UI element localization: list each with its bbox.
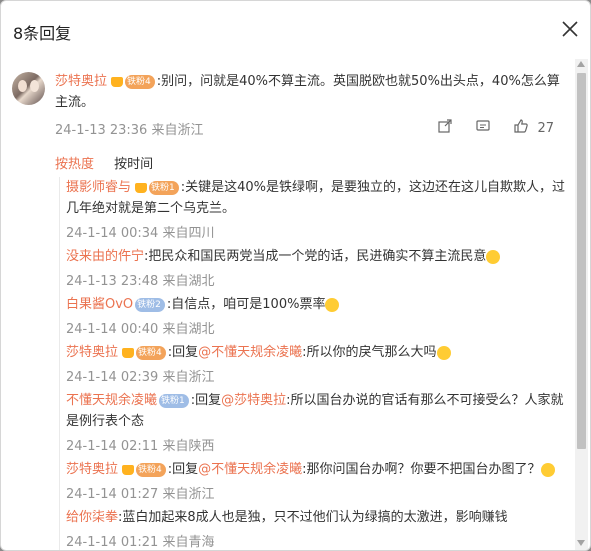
list-item: 摄影师睿与 铁粉1:关键是这40%是铁绿啊，是要独立的，这边还在这儿自欺欺人，过几…: [66, 177, 566, 244]
scroll-down-icon[interactable]: [577, 540, 585, 546]
list-item: 莎特奥拉 铁粉4:回复@不懂天规余凌曦:所以你的戾气那么大吗 24-1-14 02…: [66, 342, 566, 388]
fan-badge: 铁粉4: [136, 462, 166, 477]
reply-text: :蓝白加起来8成人也是独，只不过他们认为绿搞的太激进，影响赚钱: [118, 510, 508, 525]
reply-prefix: :回复: [167, 462, 199, 477]
comment-author[interactable]: 莎特奥拉: [55, 74, 107, 89]
reply-text: :自信点，咱可是100%票率: [166, 297, 326, 312]
like-icon[interactable]: [513, 118, 529, 138]
reply-author[interactable]: 莎特奥拉: [66, 462, 118, 477]
fan-badge: 铁粉1: [149, 180, 179, 195]
list-item: 给你柒拳:蓝白加起来8成人也是独，只不过他们认为绿搞的太激进，影响赚钱 24-1…: [66, 507, 566, 550]
reply-author[interactable]: 白果酱OvO: [66, 297, 133, 312]
list-item: 白果酱OvO 铁粉2:自信点，咱可是100%票率 24-1-14 00:40 来自…: [66, 294, 566, 340]
reply-author[interactable]: 不懂天规余凌曦: [66, 393, 157, 408]
dialog-title: 8条回复: [13, 24, 72, 43]
fan-badge: 铁粉1: [159, 393, 189, 408]
reply-timestamp: 24-1-14 01:27 来自浙江: [66, 487, 215, 502]
close-icon[interactable]: [560, 19, 580, 39]
fan-badge: 铁粉4: [136, 345, 166, 360]
replies-dialog: 8条回复 莎特奥拉 铁粉4:别问，问就是40%不算主流。英国脱欧也就50%出头点，…: [0, 0, 591, 551]
avatar[interactable]: [12, 72, 45, 105]
main-comment: 莎特奥拉 铁粉4:别问，问就是40%不算主流。英国脱欧也就50%出头点，40%怎么…: [55, 71, 560, 113]
list-item: 不懂天规余凌曦 铁粉1:回复@莎特奥拉:所以国台办说的官话有那么不可接受么？人家就…: [66, 390, 566, 457]
comment-scroll-area[interactable]: 莎特奥拉 铁粉4:别问，问就是40%不算主流。英国脱欧也就50%出头点，40%怎么…: [1, 59, 576, 550]
emoji-icon: [540, 462, 555, 477]
reply-author[interactable]: 给你柒拳: [66, 510, 118, 525]
sort-by-time[interactable]: 按时间: [114, 157, 153, 172]
reply-list: 摄影师睿与 铁粉1:关键是这40%是铁绿啊，是要独立的，这边还在这儿自欺欺人，过几…: [59, 177, 566, 550]
fan-badge: 铁粉2: [135, 297, 165, 312]
mention-link[interactable]: @不懂天规余凌曦: [198, 345, 302, 360]
reply-timestamp: 24-1-14 01:21 来自青海: [66, 535, 215, 550]
crown-icon: [111, 76, 124, 87]
reply-text: :把民众和国民两党当成一个党的话，民进确实不算主流民意: [144, 249, 487, 264]
share-icon[interactable]: [437, 118, 453, 138]
emoji-icon: [325, 297, 340, 312]
emoji-icon: [486, 249, 501, 264]
comment-icon[interactable]: [475, 118, 491, 138]
reply-timestamp: 24-1-14 00:40 来自湖北: [66, 322, 215, 337]
reply-timestamp: 24-1-14 00:34 来自四川: [66, 226, 215, 241]
reply-text: :所以你的戾气那么大吗: [302, 345, 437, 360]
sort-tabs: 按热度 按时间: [55, 153, 153, 172]
sort-by-hot[interactable]: 按热度: [55, 157, 94, 172]
crown-icon: [122, 347, 135, 358]
reply-timestamp: 24-1-14 02:11 来自陕西: [66, 439, 215, 454]
like-count: 27: [537, 120, 554, 136]
fan-badge: 铁粉4: [125, 74, 155, 89]
emoji-icon: [436, 345, 451, 360]
reply-author[interactable]: 没来由的仵宁: [66, 249, 144, 264]
scroll-up-icon[interactable]: [577, 61, 585, 67]
list-item: 没来由的仵宁:把民众和国民两党当成一个党的话，民进确实不算主流民意 24-1-1…: [66, 246, 566, 292]
reply-text: :那你问国台办啊？你要不把国台办图了？: [302, 462, 541, 477]
reply-timestamp: 24-1-14 02:39 来自浙江: [66, 370, 215, 385]
comment-actions: 27: [437, 118, 554, 138]
mention-link[interactable]: @不懂天规余凌曦: [198, 462, 302, 477]
comment-timestamp: 24-1-13 23:36 来自浙江: [55, 123, 204, 138]
dialog-header: 8条回复: [1, 1, 590, 59]
reply-prefix: :回复: [190, 393, 222, 408]
reply-timestamp: 24-1-13 23:48 来自湖北: [66, 274, 215, 289]
scrollbar-thumb[interactable]: [577, 73, 586, 449]
reply-author[interactable]: 摄影师睿与: [66, 180, 131, 195]
reply-author[interactable]: 莎特奥拉: [66, 345, 118, 360]
crown-icon: [135, 182, 148, 193]
reply-prefix: :回复: [167, 345, 199, 360]
mention-link[interactable]: @莎特奥拉: [221, 393, 286, 408]
scrollbar[interactable]: [575, 59, 588, 550]
list-item: 莎特奥拉 铁粉4:回复@不懂天规余凌曦:那你问国台办啊？你要不把国台办图了？ 24…: [66, 459, 566, 505]
crown-icon: [122, 464, 135, 475]
